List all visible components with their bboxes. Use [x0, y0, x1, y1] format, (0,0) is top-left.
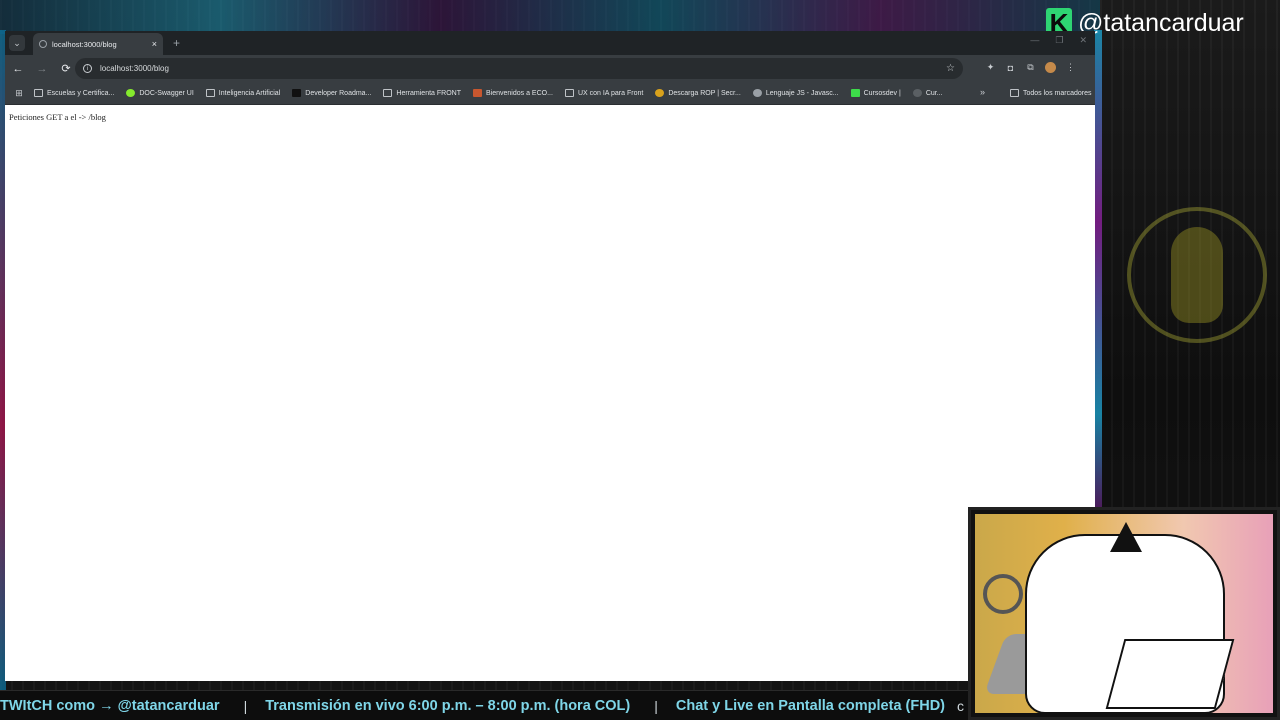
browser-window: ⌄ localhost:3000/blog × + — ❐ ✕ ← → ⟳ i … [5, 31, 1095, 681]
minimize-button[interactable]: — [1030, 35, 1039, 46]
folder-icon [34, 89, 43, 97]
headphones-icon [983, 574, 1023, 614]
bookmark-label: Todos los marcadores [1023, 89, 1092, 97]
stream-ticker: TWItCH como → @tatancarduar | Transmisió… [0, 690, 968, 720]
emblem-mascot-icon [1171, 227, 1223, 323]
bookmark-herramienta-front[interactable]: Herramienta FRONT [378, 84, 466, 102]
profile-avatar[interactable] [1045, 62, 1056, 73]
swagger-icon [126, 89, 136, 97]
webcam-overlay [968, 507, 1280, 720]
globe-icon [39, 40, 47, 48]
bookmark-cur[interactable]: Cur... [908, 84, 948, 102]
bookmark-label: Cursosdev | [863, 89, 901, 97]
page-text: Peticiones GET a el -> /blog [9, 112, 106, 122]
neon-top-border [0, 0, 1100, 34]
bookmark-label: Bienvenidos a ECO... [486, 89, 553, 97]
bookmark-label: Lenguaje JS - Javasc... [765, 89, 839, 97]
channel-name: @tatancarduar [1078, 8, 1244, 37]
back-button[interactable]: ← [11, 63, 25, 75]
webcam-scene [975, 514, 1273, 714]
browser-toolbar: ← → ⟳ i localhost:3000/blog ☆ ✦ ◘ ⧉ ⋮ [5, 55, 1095, 82]
address-bar[interactable]: i localhost:3000/blog ☆ [75, 58, 963, 79]
menu-kebab-icon[interactable]: ⋮ [1065, 62, 1076, 73]
cursosdev-icon [850, 89, 860, 97]
ticker-separator: | [654, 697, 658, 714]
bookmark-label: Developer Roadma... [305, 89, 372, 97]
puzzle-extensions-icon[interactable]: ⧉ [1025, 62, 1036, 73]
neon-right-border [1094, 30, 1102, 510]
cur-icon [912, 89, 922, 97]
site-info-icon[interactable]: i [83, 64, 92, 73]
ticker-separator: | [243, 697, 248, 714]
bookmarks-overflow-button[interactable]: » [980, 87, 985, 97]
bookmark-escuelas[interactable]: Escuelas y Certifica... [29, 84, 119, 102]
ticker-item: Chat y Live en Pantalla completa (FHD) [675, 697, 945, 714]
bookmark-eco[interactable]: Bienvenidos a ECO... [468, 84, 558, 102]
shield-extension-icon[interactable]: ◘ [1005, 62, 1016, 73]
ticker-trailing: c [957, 697, 964, 714]
roadmap-icon [292, 89, 302, 97]
bookmark-js[interactable]: Lenguaje JS - Javasc... [748, 84, 844, 102]
apps-grid-icon[interactable]: ⊞ [9, 88, 29, 99]
tab-title: localhost:3000/blog [52, 39, 117, 49]
bookmarks-bar: ⊞ Escuelas y Certifica... DOC-Swagger UI… [5, 82, 1095, 105]
bookmark-star-icon[interactable]: ☆ [946, 63, 955, 74]
bookmark-cursosdev[interactable]: Cursosdev | [846, 84, 906, 102]
extension-icons: ✦ ◘ ⧉ ⋮ [985, 62, 1076, 73]
sparkle-extension-icon[interactable]: ✦ [985, 62, 996, 73]
keyboard-shape [1105, 639, 1235, 709]
page-content: Peticiones GET a el -> /blog [5, 105, 1095, 129]
bookmark-label: Cur... [925, 89, 943, 97]
cat-ear-shape [1110, 522, 1142, 552]
window-controls: — ❐ ✕ [1030, 35, 1087, 46]
bookmark-roadmap[interactable]: Developer Roadma... [287, 84, 376, 102]
ticker-item: TWItCH como → @tatancarduar [0, 697, 220, 714]
tab-strip: ⌄ localhost:3000/blog × + — ❐ ✕ [5, 31, 1095, 55]
folder-icon [1010, 89, 1019, 97]
bookmark-rop[interactable]: Descarga ROP | Secr... [650, 84, 746, 102]
maximize-button[interactable]: ❐ [1055, 35, 1063, 46]
bookmark-swagger[interactable]: DOC-Swagger UI [121, 84, 198, 102]
bookmark-label: DOC-Swagger UI [139, 89, 194, 97]
all-bookmarks-folder[interactable]: Todos los marcadores [1005, 84, 1095, 102]
forward-button[interactable]: → [35, 63, 49, 75]
eco-icon [473, 89, 482, 97]
folder-icon [205, 89, 215, 97]
js-icon [752, 89, 762, 97]
tab-active[interactable]: localhost:3000/blog × [33, 33, 163, 55]
url-text[interactable]: localhost:3000/blog [100, 64, 938, 73]
channel-emblem [1127, 207, 1267, 343]
tab-search-button[interactable]: ⌄ [9, 35, 25, 51]
bookmark-ia[interactable]: Inteligencia Artificial [201, 84, 285, 102]
new-tab-button[interactable]: + [173, 36, 180, 50]
ticker-item: Transmisión en vivo 6:00 p.m. – 8:00 p.m… [265, 697, 631, 714]
bookmark-label: Inteligencia Artificial [218, 89, 281, 97]
bookmark-label: Escuelas y Certifica... [47, 89, 115, 97]
close-window-button[interactable]: ✕ [1079, 35, 1087, 46]
bookmark-label: UX con IA para Front [577, 89, 644, 97]
tab-close-button[interactable]: × [152, 39, 157, 49]
reload-button[interactable]: ⟳ [59, 62, 73, 75]
folder-icon [383, 89, 393, 97]
rop-icon [655, 89, 665, 97]
folder-icon [564, 89, 574, 97]
bookmark-label: Herramienta FRONT [396, 89, 461, 97]
bookmark-ux-ia[interactable]: UX con IA para Front [560, 84, 648, 102]
bookmark-label: Descarga ROP | Secr... [668, 89, 741, 97]
